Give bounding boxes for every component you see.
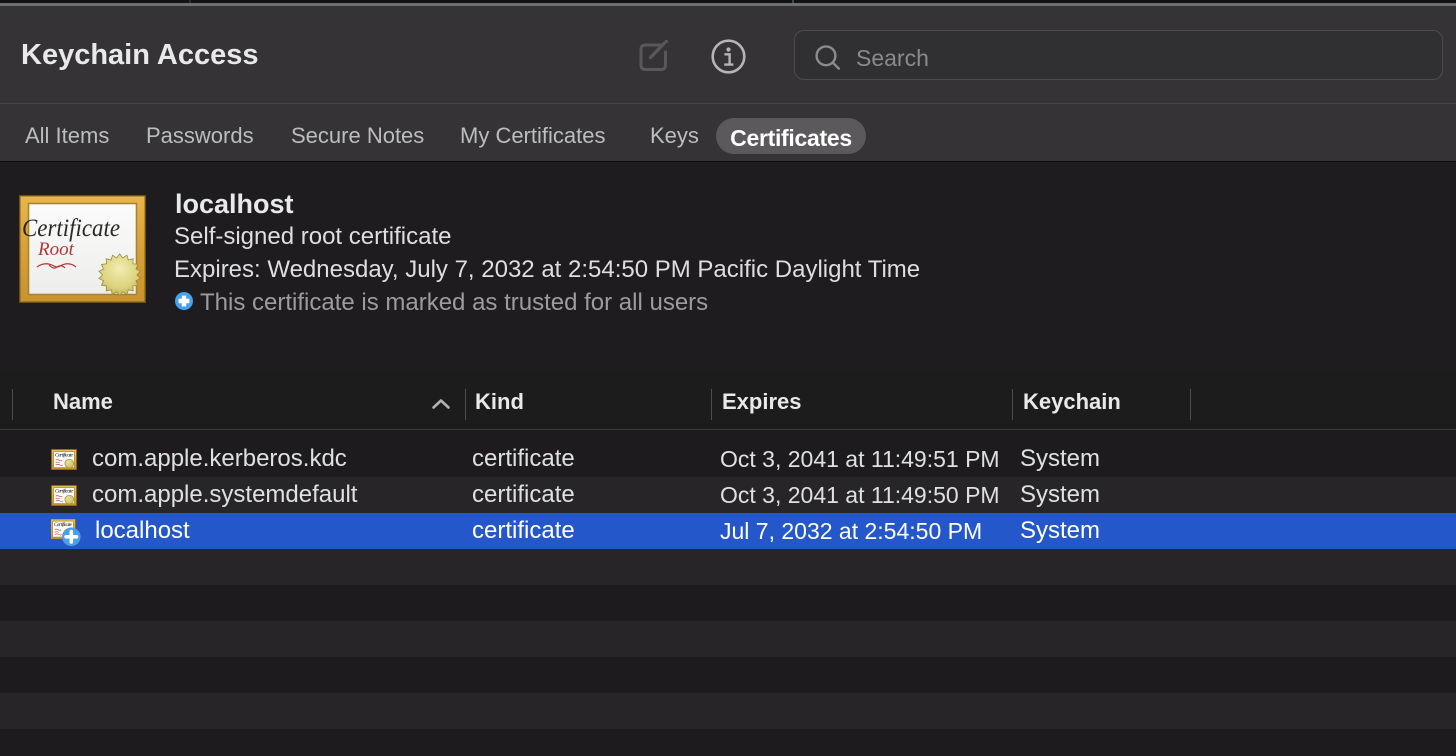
svg-text:Certificate: Certificate <box>22 215 120 242</box>
svg-text:Root: Root <box>37 239 75 260</box>
